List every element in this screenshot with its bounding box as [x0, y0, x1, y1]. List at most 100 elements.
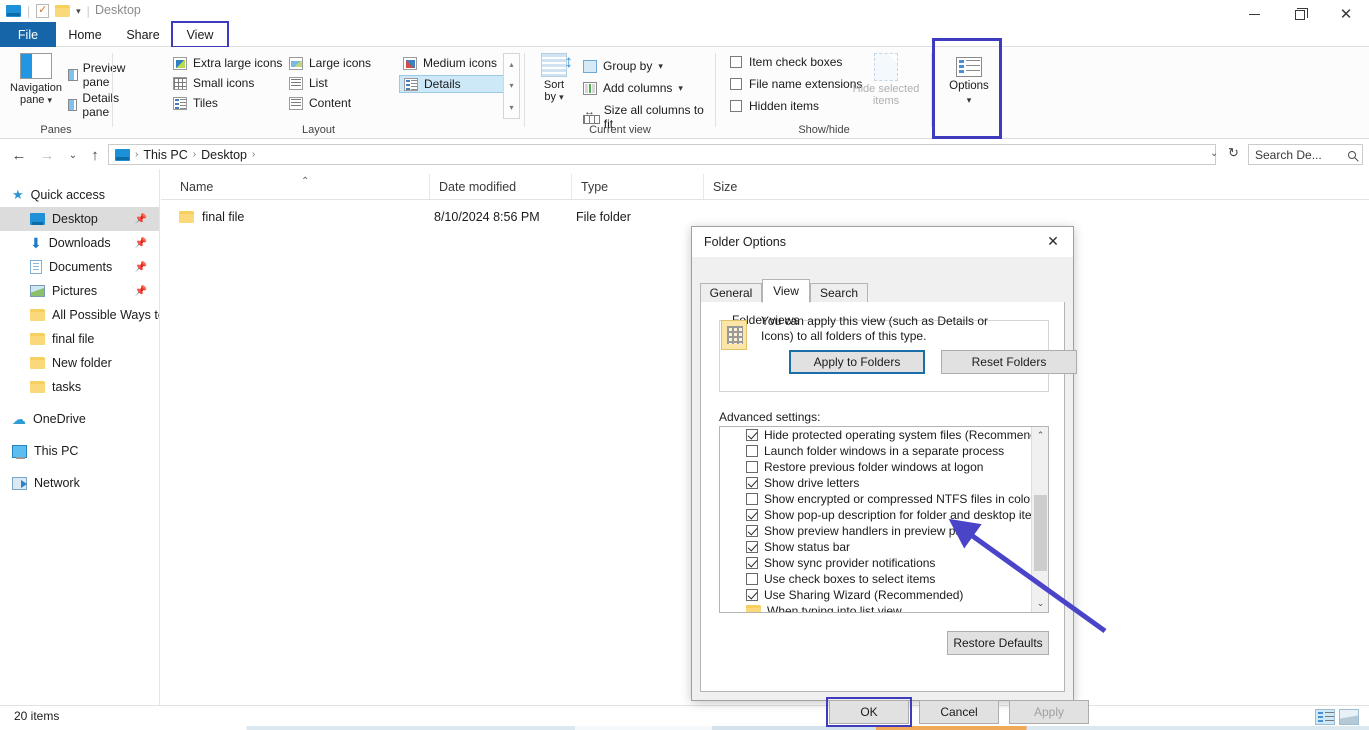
breadcrumb-desktop[interactable]: Desktop: [201, 148, 247, 162]
column-header-name[interactable]: Name ⌃: [171, 174, 429, 199]
layout-scroll-buttons[interactable]: ▴ ▾ ▾: [503, 53, 520, 119]
recent-locations-button[interactable]: ⌄: [62, 145, 84, 165]
layout-tiles[interactable]: Tiles: [169, 94, 222, 112]
sidebar-item-tasks[interactable]: tasks: [0, 375, 159, 399]
pin-icon[interactable]: 📌: [135, 286, 147, 297]
hide-selected-items-button[interactable]: Hide selected items: [846, 53, 926, 123]
sidebar-item-pictures[interactable]: Pictures 📌: [0, 279, 159, 303]
chevron-down-icon[interactable]: ▾: [678, 83, 683, 94]
list-item[interactable]: Show pop-up description for folder and d…: [720, 507, 1032, 523]
chevron-down-icon[interactable]: ▾: [76, 6, 81, 17]
chevron-down-icon[interactable]: ▾: [559, 92, 564, 102]
tab-share[interactable]: Share: [114, 22, 172, 47]
new-folder-icon[interactable]: [55, 5, 70, 17]
breadcrumb[interactable]: › This PC › Desktop ›: [108, 144, 1216, 165]
list-item[interactable]: Show sync provider notifications: [720, 555, 1032, 571]
search-input[interactable]: Search De...: [1248, 144, 1363, 165]
restore-defaults-button[interactable]: Restore Defaults: [947, 631, 1049, 655]
apply-to-folders-button[interactable]: Apply to Folders: [789, 350, 925, 374]
sidebar-item-all-possible-ways[interactable]: All Possible Ways to: [0, 303, 159, 327]
chevron-down-icon[interactable]: ▾: [48, 95, 53, 105]
up-button[interactable]: ↑: [84, 145, 106, 165]
layout-list[interactable]: List: [285, 74, 332, 92]
checkbox-icon[interactable]: [746, 557, 758, 569]
this-pc-icon[interactable]: [115, 149, 130, 161]
scroll-up-icon[interactable]: ▴: [509, 60, 513, 69]
tab-file[interactable]: File: [0, 22, 56, 47]
pin-icon[interactable]: 📌: [135, 214, 147, 225]
sidebar-item-new-folder[interactable]: New folder: [0, 351, 159, 375]
expand-gallery-icon[interactable]: ▾: [509, 103, 513, 112]
checkbox-icon[interactable]: [730, 78, 742, 90]
breadcrumb-separator[interactable]: ›: [252, 149, 255, 160]
advanced-settings-box[interactable]: Hide protected operating system files (R…: [719, 426, 1049, 613]
sidebar-item-onedrive[interactable]: ☁ OneDrive: [0, 407, 159, 431]
checkbox-icon[interactable]: [746, 589, 758, 601]
breadcrumb-separator[interactable]: ›: [193, 149, 196, 160]
checkbox-icon[interactable]: [746, 461, 758, 473]
checkbox-icon[interactable]: [746, 525, 758, 537]
tab-home[interactable]: Home: [56, 22, 114, 47]
tab-search[interactable]: Search: [810, 283, 868, 303]
options-button[interactable]: Options ▾: [941, 57, 997, 119]
quick-access-toolbar[interactable]: | ▾ |: [6, 2, 90, 20]
list-item[interactable]: When typing into list view: [720, 603, 1032, 612]
address-dropdown-icon[interactable]: ⌄: [1210, 148, 1218, 159]
add-columns-button[interactable]: Add columns ▾: [583, 81, 683, 95]
checkbox-icon[interactable]: [746, 509, 758, 521]
advanced-settings-list[interactable]: Hide protected operating system files (R…: [720, 427, 1032, 612]
column-header-date-modified[interactable]: Date modified: [429, 174, 571, 199]
view-toggle-group[interactable]: [1315, 709, 1359, 725]
checkbox-icon[interactable]: [746, 541, 758, 553]
back-button[interactable]: ←: [8, 145, 30, 165]
hidden-items-option[interactable]: Hidden items: [730, 99, 819, 113]
forward-button[interactable]: →: [36, 145, 58, 165]
layout-small-icons[interactable]: Small icons: [169, 74, 258, 92]
scroll-down-icon[interactable]: ▾: [509, 81, 513, 90]
list-item[interactable]: Launch folder windows in a separate proc…: [720, 443, 1032, 459]
checkbox-icon[interactable]: [746, 493, 758, 505]
item-check-boxes-option[interactable]: Item check boxes: [730, 55, 842, 69]
list-item[interactable]: Show drive letters: [720, 475, 1032, 491]
chevron-down-icon[interactable]: ▾: [967, 95, 972, 106]
checkbox-icon[interactable]: [730, 100, 742, 112]
layout-medium-icons[interactable]: Medium icons: [399, 54, 501, 72]
scroll-up-icon[interactable]: ⌃: [1032, 427, 1049, 444]
scrollbar-thumb[interactable]: [1034, 495, 1047, 571]
list-item[interactable]: Show preview handlers in preview pane: [720, 523, 1032, 539]
file-name-cell[interactable]: final file: [179, 210, 244, 224]
scroll-down-icon[interactable]: ⌄: [1032, 595, 1049, 612]
checkbox-icon[interactable]: [746, 445, 758, 457]
cancel-button[interactable]: Cancel: [919, 700, 999, 724]
tab-general[interactable]: General: [700, 283, 762, 303]
pin-icon[interactable]: 📌: [135, 238, 147, 249]
refresh-icon[interactable]: ↻: [1228, 145, 1239, 161]
breadcrumb-this-pc[interactable]: This PC: [143, 148, 187, 162]
pin-icon[interactable]: 📌: [135, 262, 147, 273]
list-item[interactable]: Restore previous folder windows at logon: [720, 459, 1032, 475]
sidebar-item-quick-access[interactable]: ★ Quick access: [0, 183, 159, 207]
sidebar-item-final-file[interactable]: final file: [0, 327, 159, 351]
sidebar-item-network[interactable]: Network: [0, 471, 159, 495]
tab-view[interactable]: View: [172, 22, 228, 47]
checkbox-icon[interactable]: [746, 477, 758, 489]
navigation-pane[interactable]: ★ Quick access Desktop 📌 ⬇ Downloads 📌 D…: [0, 169, 160, 705]
checkbox-icon[interactable]: [746, 573, 758, 585]
column-header-type[interactable]: Type: [571, 174, 703, 199]
large-icons-view-icon[interactable]: [1339, 709, 1359, 725]
list-item[interactable]: Use check boxes to select items: [720, 571, 1032, 587]
close-icon[interactable]: ✕: [1033, 227, 1073, 257]
sidebar-item-downloads[interactable]: ⬇ Downloads 📌: [0, 231, 159, 255]
group-by-button[interactable]: Group by ▾: [583, 59, 663, 73]
list-item[interactable]: Use Sharing Wizard (Recommended): [720, 587, 1032, 603]
details-view-icon[interactable]: [1315, 709, 1335, 725]
breadcrumb-separator[interactable]: ›: [135, 149, 138, 160]
file-name-extensions-option[interactable]: File name extensions: [730, 77, 862, 91]
checkbox-icon[interactable]: [746, 429, 758, 441]
sidebar-item-this-pc[interactable]: This PC: [0, 439, 159, 463]
list-item[interactable]: Show encrypted or compressed NTFS files …: [720, 491, 1032, 507]
sidebar-item-desktop[interactable]: Desktop 📌: [0, 207, 159, 231]
chevron-down-icon[interactable]: ▾: [658, 61, 663, 72]
sidebar-item-documents[interactable]: Documents 📌: [0, 255, 159, 279]
tab-view[interactable]: View: [762, 279, 810, 303]
